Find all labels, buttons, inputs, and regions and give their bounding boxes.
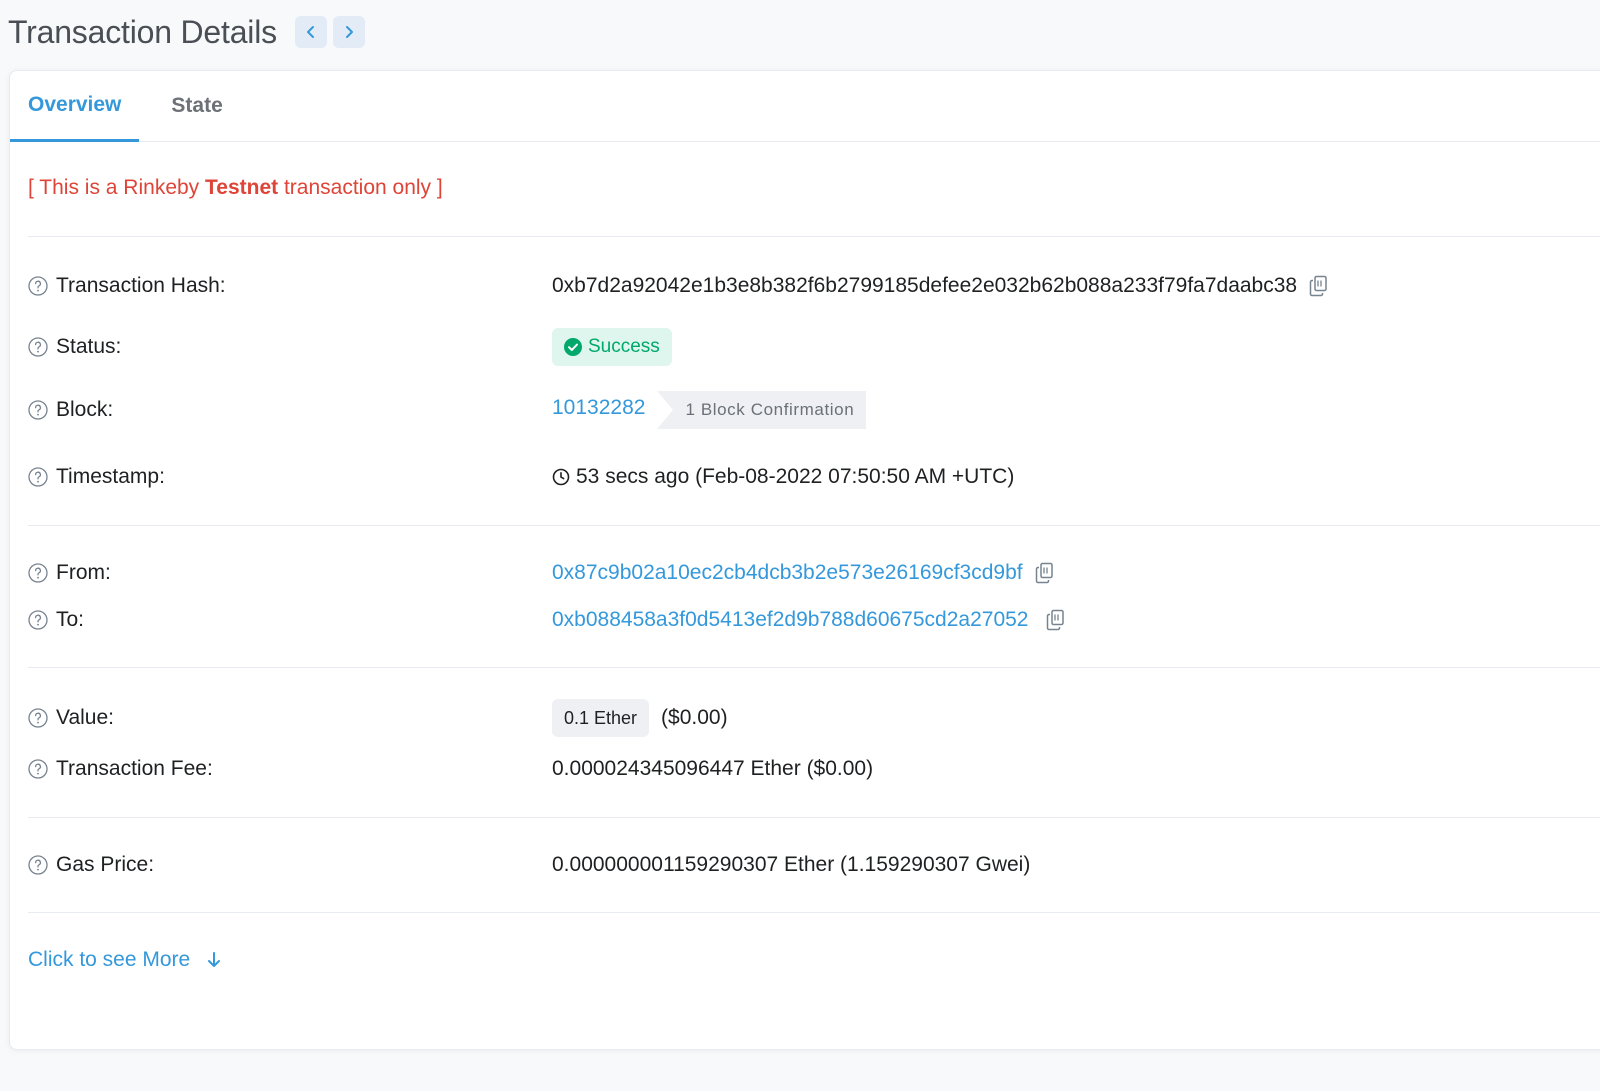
tab-bar: Overview State: [10, 71, 1600, 142]
check-circle-icon: [564, 338, 582, 356]
value-usd: ($0.00): [661, 706, 728, 729]
testnet-notice-suffix: transaction only ]: [278, 176, 443, 199]
block-label: Block:: [56, 398, 114, 421]
tab-overview[interactable]: Overview: [10, 71, 140, 142]
question-circle-icon[interactable]: [28, 337, 48, 357]
timestamp-label: Timestamp:: [56, 465, 165, 488]
question-circle-icon[interactable]: [28, 276, 48, 296]
question-circle-icon[interactable]: [28, 708, 48, 728]
previous-transaction-button[interactable]: [294, 16, 327, 48]
from-address-link[interactable]: 0x87c9b02a10ec2cb4dcb3b2e573e26169cf3cd9…: [552, 561, 1023, 585]
to-row: To: 0xb088458a3f0d5413ef2d9b788d60675cd2…: [28, 604, 1600, 636]
status-badge: Success: [552, 328, 672, 366]
overview-content: [ This is a Rinkeby Testnet transaction …: [10, 142, 1600, 1007]
copy-icon[interactable]: [1046, 609, 1066, 631]
fee-value: 0.000024345096447 Ether ($0.00): [552, 757, 874, 780]
gas-price-row: Gas Price: 0.000000001159290307 Ether (1…: [28, 818, 1600, 912]
fee-label: Transaction Fee:: [56, 757, 213, 780]
value-label: Value:: [56, 706, 114, 729]
chevron-right-icon: [345, 26, 353, 38]
from-label: From:: [56, 561, 111, 584]
next-transaction-button[interactable]: [332, 16, 365, 48]
gas-price-label: Gas Price:: [56, 853, 155, 876]
timestamp-value: 53 secs ago (Feb-08-2022 07:50:50 AM +UT…: [576, 465, 1015, 488]
page-title: Transaction Details: [8, 13, 277, 50]
arrow-down-icon: [206, 951, 222, 969]
page-header: Transaction Details: [8, 10, 365, 54]
copy-icon[interactable]: [1035, 562, 1055, 584]
tx-hash-value: 0xb7d2a92042e1b3e8b382f6b2799185defee2e0…: [552, 274, 1298, 297]
testnet-notice-prefix: [ This is a Rinkeby: [28, 176, 206, 199]
block-confirmation-badge: 1 Block Confirmation: [657, 391, 867, 429]
clock-icon: [552, 468, 570, 486]
status-label: Status:: [56, 335, 122, 358]
timestamp-row: Timestamp: 53 secs ago (Feb-08-2022 07:5…: [28, 445, 1600, 509]
block-row: Block: 10132282 1 Block Confirmation: [28, 375, 1600, 445]
fee-row: Transaction Fee: 0.000024345096447 Ether…: [28, 752, 1600, 786]
question-circle-icon[interactable]: [28, 400, 48, 420]
see-more-label: Click to see More: [28, 948, 191, 971]
question-circle-icon[interactable]: [28, 855, 48, 875]
status-row: Status: Success: [28, 327, 1600, 367]
question-circle-icon[interactable]: [28, 610, 48, 630]
status-text: Success: [588, 336, 660, 357]
question-circle-icon[interactable]: [28, 563, 48, 583]
chevron-left-icon: [306, 26, 314, 38]
to-address-link[interactable]: 0xb088458a3f0d5413ef2d9b788d60675cd2a270…: [552, 608, 1028, 632]
see-more-row: Click to see More: [28, 913, 1600, 1007]
question-circle-icon[interactable]: [28, 467, 48, 487]
testnet-notice: [ This is a Rinkeby Testnet transaction …: [28, 142, 1600, 236]
testnet-notice-emphasis: Testnet: [205, 176, 279, 199]
see-more-link[interactable]: Click to see More: [28, 948, 222, 972]
ether-amount-badge: 0.1 Ether: [552, 699, 650, 737]
question-circle-icon[interactable]: [28, 759, 48, 779]
to-label: To:: [56, 608, 85, 631]
copy-icon[interactable]: [1309, 275, 1329, 297]
tx-hash-row: Transaction Hash: 0xb7d2a92042e1b3e8b382…: [28, 237, 1600, 333]
gas-price-value: 0.000000001159290307 Ether (1.159290307 …: [552, 853, 1031, 876]
tx-hash-label: Transaction Hash:: [56, 274, 226, 297]
transaction-card: Overview State [ This is a Rinkeby Testn…: [9, 70, 1600, 1050]
block-number-link[interactable]: 10132282: [552, 396, 645, 420]
tab-state[interactable]: State: [153, 71, 240, 141]
